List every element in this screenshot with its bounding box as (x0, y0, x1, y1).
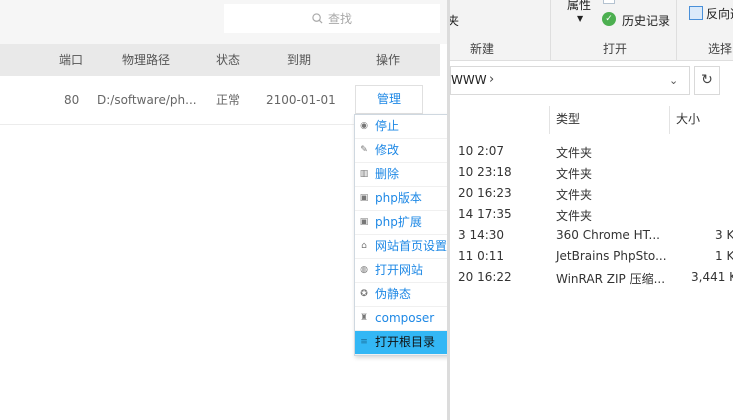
file-explorer: 夹 属性 ▼ ✓ 历史记录 反向选 新建 打开 选择 WWW › ⌄ ↻ 类型 … (450, 0, 733, 420)
column-path: 物理路径 (122, 53, 171, 67)
cell-path: D:/software/ph... (97, 93, 197, 107)
file-date: 10 2:07 (458, 144, 505, 158)
menu-item-php-version[interactable]: ▣ php版本 (355, 187, 447, 211)
file-size: 1 K (715, 249, 733, 263)
file-row[interactable]: 20 16:23 文件夹 (450, 184, 733, 204)
file-size: 3,441 K (691, 270, 733, 284)
menu-item-composer[interactable]: ♜ composer (355, 307, 447, 331)
invert-selection-icon (689, 6, 703, 20)
open-icon (603, 0, 615, 4)
composer-icon: ♜ (359, 313, 369, 323)
menu-item-delete[interactable]: ▥ 删除 (355, 163, 447, 187)
site-panel: 查找 端口 物理路径 状态 到期 操作 80 D:/software/ph...… (0, 0, 447, 420)
cell-status: 正常 (216, 93, 241, 107)
php-version-icon: ▣ (359, 193, 369, 203)
file-row[interactable]: 3 14:30 360 Chrome HT... 3 K (450, 226, 733, 246)
breadcrumb-separator: › (489, 72, 495, 87)
file-row[interactable]: 10 2:07 文件夹 (450, 142, 733, 162)
cell-port: 80 (64, 93, 80, 107)
menu-item-label: 修改 (375, 143, 400, 157)
delete-icon: ▥ (359, 169, 369, 179)
file-type: JetBrains PhpSto... (556, 249, 667, 263)
php-extension-icon: ▣ (359, 217, 369, 227)
group-label-open: 打开 (603, 42, 628, 56)
group-label-select: 选择 (708, 42, 733, 56)
ribbon: 夹 属性 ▼ ✓ 历史记录 反向选 新建 打开 选择 (450, 0, 733, 61)
file-date: 20 16:23 (458, 186, 512, 200)
search-placeholder: 查找 (327, 12, 352, 26)
chevron-down-icon[interactable]: ▼ (577, 14, 583, 23)
table-header: 端口 物理路径 状态 到期 操作 (0, 44, 440, 76)
column-action: 操作 (376, 53, 401, 67)
column-expire: 到期 (287, 53, 312, 67)
file-date: 14 17:35 (458, 207, 512, 221)
column-separator (669, 106, 670, 134)
file-row[interactable]: 20 16:22 WinRAR ZIP 压缩... 3,441 K (450, 268, 733, 288)
chevron-down-icon[interactable]: ⌄ (669, 67, 678, 94)
file-row[interactable]: 14 17:35 文件夹 (450, 205, 733, 225)
file-date: 11 0:11 (458, 249, 505, 263)
manage-button[interactable]: 管理 (355, 85, 423, 114)
history-button[interactable]: 历史记录 (622, 12, 670, 29)
column-separator (549, 106, 550, 134)
rewrite-icon: ✪ (360, 289, 368, 299)
invert-selection-button[interactable]: 反向选 (706, 5, 733, 22)
file-type: 360 Chrome HT... (556, 228, 660, 242)
file-size: 3 K (715, 228, 733, 242)
column-port: 端口 (59, 53, 84, 67)
menu-item-open-root[interactable]: ≡ 打开根目录 (355, 331, 447, 355)
menu-item-rewrite[interactable]: ✪ 伪静态 (355, 283, 447, 307)
menu-item-homepage-settings[interactable]: ⌂ 网站首页设置 (355, 235, 447, 259)
column-type[interactable]: 类型 (556, 104, 580, 134)
menu-item-php-extension[interactable]: ▣ php扩展 (355, 211, 447, 235)
menu-item-label: composer (375, 311, 435, 325)
file-date: 10 23:18 (458, 165, 512, 179)
file-type: 文件夹 (556, 209, 593, 223)
menu-item-label: 打开网站 (375, 263, 424, 277)
menu-item-stop[interactable]: ◉ 停止 (355, 115, 447, 139)
refresh-icon: ↻ (701, 72, 713, 88)
ribbon-fragment: 夹 (450, 14, 460, 28)
menu-item-label: 删除 (375, 167, 400, 181)
menu-item-label: 打开根目录 (375, 335, 436, 349)
file-row[interactable]: 10 23:18 文件夹 (450, 163, 733, 183)
search-icon (312, 13, 323, 24)
cell-expire: 2100-01-01 (266, 93, 336, 107)
file-date: 3 14:30 (458, 228, 505, 242)
menu-item-label: php扩展 (375, 215, 422, 229)
home-icon: ⌂ (361, 241, 367, 251)
edit-icon: ✎ (360, 145, 368, 155)
context-menu: ◉ 停止 ✎ 修改 ▥ 删除 ▣ php版本 ▣ php扩展 ⌂ 网站首页设置 … (354, 114, 447, 356)
file-type: 文件夹 (556, 188, 593, 202)
properties-button[interactable]: 属性 (567, 0, 591, 13)
file-type: 文件夹 (556, 146, 593, 160)
address-bar[interactable]: WWW › ⌄ (450, 66, 690, 95)
menu-item-label: 网站首页设置 (375, 239, 447, 253)
column-status: 状态 (216, 53, 241, 67)
file-type: 文件夹 (556, 167, 593, 181)
ribbon-separator (676, 0, 677, 60)
file-date: 20 16:22 (458, 270, 512, 284)
menu-item-open-site[interactable]: ◍ 打开网站 (355, 259, 447, 283)
stop-icon: ◉ (360, 121, 368, 131)
menu-item-edit[interactable]: ✎ 修改 (355, 139, 447, 163)
search-input[interactable]: 查找 (224, 4, 440, 33)
menu-item-label: 伪静态 (375, 287, 412, 301)
address-path: WWW (451, 73, 487, 87)
ribbon-separator (550, 0, 551, 60)
history-icon: ✓ (602, 12, 616, 26)
column-size[interactable]: 大小 (676, 104, 700, 134)
refresh-button[interactable]: ↻ (694, 66, 720, 95)
folder-icon: ≡ (360, 337, 368, 347)
file-type: WinRAR ZIP 压缩... (556, 272, 666, 286)
menu-item-label: php版本 (375, 191, 422, 205)
toolbar: 查找 (0, 0, 447, 44)
menu-item-label: 停止 (375, 119, 400, 133)
file-row[interactable]: 11 0:11 JetBrains PhpSto... 1 K (450, 247, 733, 267)
group-label-new: 新建 (470, 42, 495, 56)
globe-icon: ◍ (360, 265, 368, 275)
